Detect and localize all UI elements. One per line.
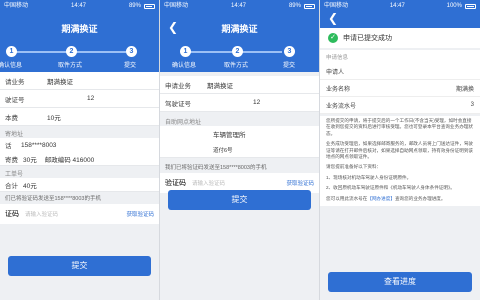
carrier-label: 中国移动	[164, 3, 189, 9]
status-bar: 中国移动 14:47 100%	[320, 0, 480, 12]
notice-paragraph: 业务成功受理后，如果选择邮寄服务的，邮政人员将上门送达证件，驾驶证等请在打开邮件…	[326, 141, 474, 160]
step-indicator: 1 2 3 确认信息 取件方式 提交	[160, 44, 319, 72]
step-dot-3: 3	[284, 46, 295, 57]
screens-strip: 中国移动 14:47 89% 期满换证 1 2 3 确认信息 取件方式 提交 请…	[0, 0, 480, 300]
info-row: 业务流水号 3	[320, 97, 480, 114]
step-dot-1: 1	[6, 46, 17, 57]
pickup-address: 道付6号	[160, 142, 319, 158]
info-row: 申请人	[320, 63, 480, 80]
info-row: 驶证号 12	[0, 90, 159, 108]
header: 中国移动 14:47 89% 期满换证	[0, 0, 159, 44]
phone-row: 话 158****8003	[0, 138, 159, 152]
sms-note: 我们已将验证码发送至158****8003的手机	[165, 165, 267, 171]
progress-hint: 您可以用此流水号在【网办进度】查询您的业务办理进度。	[326, 195, 446, 201]
code-input-row[interactable]: 证码 请输入验证码 获取验证码	[0, 204, 159, 224]
progress-link[interactable]: 【网办进度】	[367, 196, 395, 201]
info-row: 驾驶证号 12	[160, 94, 319, 112]
header: 中国移动 14:47 89% ❮ 期满换证	[160, 0, 319, 44]
info-row: 申请业务 期满换证	[160, 76, 319, 94]
step-indicator: 1 2 3 确认信息 取件方式 提交	[0, 44, 159, 72]
code-label: 验证码	[165, 180, 186, 187]
code-input[interactable]: 请输入验证码	[25, 210, 126, 218]
info-row: 本费 10元	[0, 108, 159, 126]
carrier-label: 中国移动	[4, 3, 29, 9]
sms-note: 们已将验证码发送至158****8003的手机	[5, 196, 101, 202]
requirement-item: 1、现场核对机动车驾驶人身份证明原件。	[326, 174, 412, 180]
clock: 14:47	[230, 3, 246, 9]
battery-percent: 100%	[446, 3, 462, 9]
code-input[interactable]: 请输入验证码	[192, 179, 286, 187]
battery-icon	[143, 3, 155, 9]
battery-percent: 89%	[288, 3, 301, 9]
status-bar: 中国移动 14:47 89%	[160, 0, 319, 12]
step-line	[188, 51, 232, 53]
step-line	[14, 51, 68, 53]
section-label: 寄地址	[5, 132, 24, 138]
fee-row: 寄费 30元 邮政编码 416000	[0, 152, 159, 166]
navbar: 期满换证	[0, 12, 159, 44]
section-label: 申请信息	[326, 55, 349, 61]
step-line	[74, 51, 126, 53]
battery-icon	[464, 3, 476, 9]
get-code-button[interactable]: 获取验证码	[126, 210, 154, 218]
step-label-2: 取件方式	[224, 63, 249, 69]
page-title: 期满换证	[61, 23, 98, 34]
notice-paragraph: 请您提前准备好以下资料：	[326, 164, 382, 170]
get-code-button[interactable]: 获取验证码	[286, 179, 314, 187]
status-bar: 中国移动 14:47 89%	[0, 0, 159, 12]
clock: 14:47	[70, 3, 86, 9]
total-row: 合计 40元	[0, 178, 159, 192]
success-text: 申请已提交成功	[343, 35, 392, 42]
step-label-1: 确认信息	[0, 63, 23, 69]
section-label: 自助网点地址	[165, 120, 202, 126]
requirement-item: 2、收回原机动车驾驶证原件和《机动车驾驶人身体条件证明》。	[326, 185, 455, 191]
application-info-panel: 申请信息 申请人 业务名称 期满换 业务流水号 3	[320, 50, 480, 114]
step-line	[238, 51, 282, 53]
step-label-3: 提交	[124, 63, 137, 69]
step-dot-2: 2	[232, 46, 243, 57]
step-label-1: 确认信息	[172, 63, 197, 69]
step-label-3: 提交	[283, 63, 296, 69]
info-row: 请业务 期满换证	[0, 72, 159, 90]
page-title: 期满换证	[221, 23, 258, 34]
check-circle-icon: ✓	[328, 33, 338, 43]
step-dot-2: 2	[66, 46, 77, 57]
screen-pickup-method: 中国移动 14:47 89% ❮ 期满换证 1 2 3 确认信息 取件方式 提交…	[160, 0, 320, 300]
step-dot-3: 3	[126, 46, 137, 57]
step-dot-1: 1	[180, 46, 191, 57]
header: 中国移动 14:47 100% ❮	[320, 0, 480, 28]
notice-panel: 您所提交的申请，将于提交后的一个工作日(不含当天)受理，如时会直接在收到您提交的…	[320, 116, 480, 207]
submit-button[interactable]: 提交	[168, 190, 311, 210]
back-arrow-icon[interactable]: ❮	[166, 18, 180, 36]
notice-paragraph: 您所提交的申请，将于提交后的一个工作日(不含当天)受理，如时会直接在收到您提交的…	[326, 118, 474, 136]
info-row: 业务名称 期满换	[320, 80, 480, 97]
code-label: 证码	[5, 211, 19, 218]
step-label-2: 取件方式	[58, 63, 83, 69]
battery-percent: 89%	[128, 3, 141, 9]
navbar: ❮ 期满换证	[160, 12, 319, 44]
back-arrow-icon[interactable]: ❮	[326, 10, 340, 26]
battery-icon	[303, 3, 315, 9]
section-label: 工单号	[5, 172, 24, 178]
view-progress-button[interactable]: 查看进度	[328, 272, 472, 292]
screen-submitted: 中国移动 14:47 100% ❮ ✓ 申请已提交成功 申请信息 申请人 业务名…	[320, 0, 480, 300]
clock: 14:47	[389, 3, 405, 9]
submit-button[interactable]: 提交	[8, 256, 151, 276]
success-banner: ✓ 申请已提交成功	[320, 28, 480, 48]
pickup-place[interactable]: 车辆管理所	[160, 126, 319, 142]
screen-confirm-info: 中国移动 14:47 89% 期满换证 1 2 3 确认信息 取件方式 提交 请…	[0, 0, 160, 300]
